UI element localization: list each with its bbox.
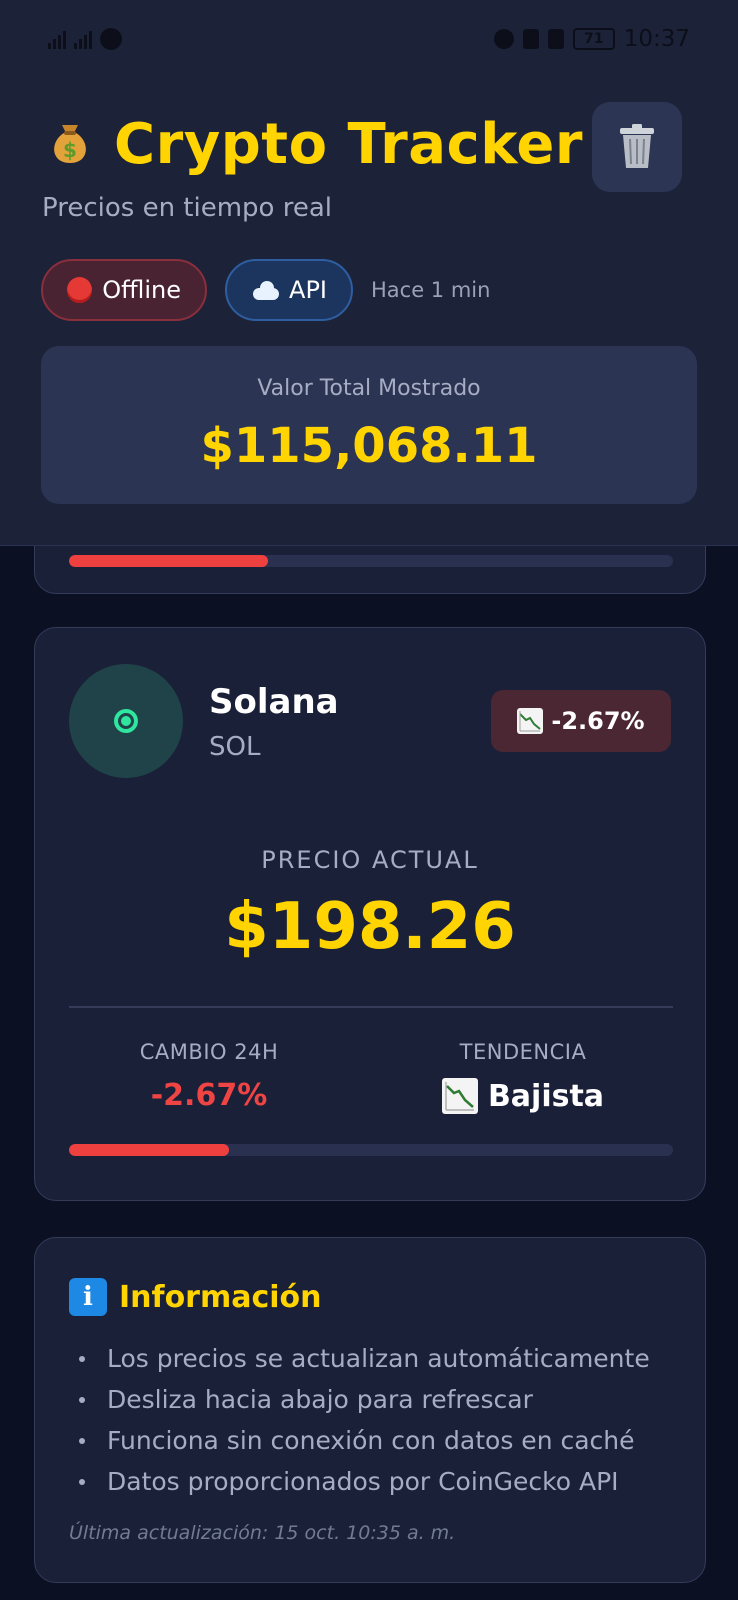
stat-change-24h: CAMBIO 24H -2.67% [59,1040,359,1113]
alarm-icon [493,29,514,49]
signal-icon [74,29,92,49]
last-update-text: Última actualización: 15 oct. 10:35 a. m… [69,1522,456,1544]
price-label: PRECIO ACTUAL [261,846,479,874]
stat-value-trend: Bajista [373,1078,673,1114]
cloud-icon [251,280,280,300]
list-item: Funciona sin conexión con datos en caché [79,1420,650,1461]
total-label: Valor Total Mostrado [257,376,481,401]
stat-trend: TENDENCIA Bajista [373,1040,673,1114]
stat-value-change: -2.67% [150,1078,268,1113]
status-chips: Offline API Hace 1 min [41,259,490,321]
list-item: Datos proporcionados por CoinGecko API [79,1461,650,1502]
target-icon [114,709,138,733]
chart-decreasing-icon [517,708,544,734]
total-value: $115,068.11 [200,418,538,474]
red-circle-icon [67,277,93,303]
app-screen: Solana SOL -2.67% PRECIO ACTUAL $198.26 … [0,0,738,1600]
vibrate-icon [547,29,564,49]
app-notification-icon [100,28,122,50]
coin-avatar [69,664,183,778]
money-bag-icon: $ [42,113,98,177]
progress-fill [69,1144,230,1156]
bluetooth-icon [522,29,539,49]
offline-chip[interactable]: Offline [41,259,207,321]
signal-icon [48,29,66,49]
clear-cache-button[interactable] [592,102,682,192]
stat-label: CAMBIO 24H [139,1040,279,1064]
trend-text: Bajista [487,1078,605,1114]
coin-symbol: SOL [209,732,261,762]
api-label: API [289,276,327,304]
coin-name: Solana [209,682,339,722]
progress-fill [69,555,269,567]
subtitle: Precios en tiempo real [42,193,332,223]
list-item: Los precios se actualizan automáticament… [79,1338,650,1379]
api-chip[interactable]: API [225,259,353,321]
page-title: Crypto Tracker [114,112,584,177]
change-badge: -2.67% [491,690,671,752]
price-value: $198.26 [224,890,516,964]
info-icon: i [69,1278,107,1316]
title-row: $ Crypto Tracker [42,112,583,177]
list-item: Desliza hacia abajo para refrescar [79,1379,650,1420]
stat-label: TENDENCIA [459,1040,587,1064]
change-badge-value: -2.67% [551,707,645,735]
svg-text:$: $ [63,138,77,162]
progress-bar-previous [69,555,673,567]
offline-label: Offline [102,276,181,304]
status-bar: 71 10:37 [0,26,738,58]
info-card: i Información Los precios se actualizan … [34,1237,706,1583]
chart-decreasing-icon [441,1078,478,1114]
info-list: Los precios se actualizan automáticament… [79,1338,650,1502]
total-value-card: Valor Total Mostrado $115,068.11 [41,346,697,504]
progress-bar [69,1144,673,1156]
header: 71 10:37 $ Crypto Tracker Precios en tie… [0,0,738,546]
info-title-text: Información [119,1279,322,1315]
trash-icon [620,124,654,168]
divider [69,1006,673,1008]
info-title: i Información [69,1278,322,1316]
updated-text: Hace 1 min [371,278,491,302]
coin-card-solana[interactable]: Solana SOL -2.67% PRECIO ACTUAL $198.26 … [34,627,706,1201]
clock: 10:37 [623,26,690,52]
battery-icon: 71 [572,28,615,50]
